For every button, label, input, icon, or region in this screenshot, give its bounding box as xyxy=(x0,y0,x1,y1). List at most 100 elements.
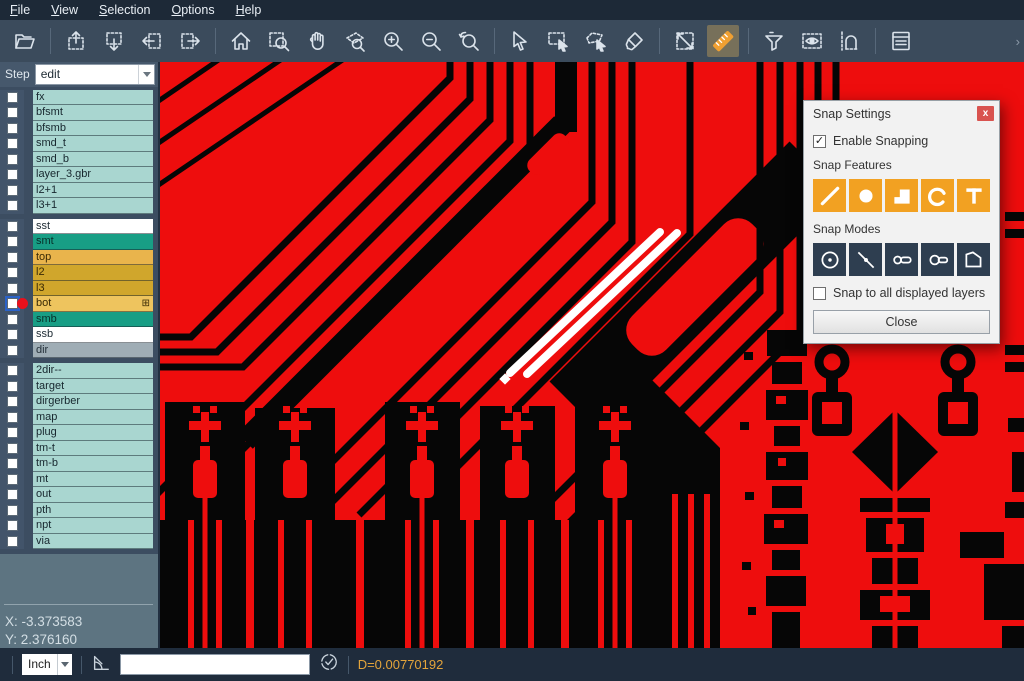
snap-line-icon[interactable] xyxy=(813,179,846,212)
layer-checkbox[interactable] xyxy=(7,236,18,247)
toolbar-overflow-chevron[interactable]: › xyxy=(1016,34,1020,49)
paint-select-icon[interactable] xyxy=(618,25,650,57)
layer-checkbox[interactable] xyxy=(7,92,18,103)
layer-checkbox[interactable] xyxy=(7,200,18,211)
zoom-poly-icon[interactable] xyxy=(339,25,371,57)
unit-dropdown[interactable]: Inch xyxy=(22,654,72,675)
layer-checkbox[interactable] xyxy=(7,185,18,196)
layer-row-l2[interactable]: l2 xyxy=(0,265,158,281)
report-icon[interactable] xyxy=(885,25,917,57)
step-dropdown[interactable]: edit xyxy=(35,64,155,85)
pan-hand-icon[interactable] xyxy=(301,25,333,57)
layer-row-dirgerber[interactable]: dirgerber xyxy=(0,394,158,410)
layer-checkbox[interactable] xyxy=(7,283,18,294)
pan-up-icon[interactable] xyxy=(60,25,92,57)
show-selection-icon[interactable] xyxy=(796,25,828,57)
zoom-in-icon[interactable] xyxy=(377,25,409,57)
layer-checkbox[interactable] xyxy=(7,458,18,469)
layer-checkbox[interactable] xyxy=(7,381,18,392)
menu-options[interactable]: Options xyxy=(169,3,225,17)
layer-checkbox[interactable] xyxy=(7,520,18,531)
layer-checkbox[interactable] xyxy=(7,443,18,454)
layer-row-fx[interactable]: fx xyxy=(0,90,158,106)
enable-snapping-row[interactable]: ✓ Enable Snapping xyxy=(813,134,990,148)
layer-row-mt[interactable]: mt xyxy=(0,472,158,488)
zoom-out-icon[interactable] xyxy=(415,25,447,57)
layer-checkbox[interactable] xyxy=(7,314,18,325)
snap-all-layers-row[interactable]: Snap to all displayed layers xyxy=(813,286,990,300)
layer-row-tm-b[interactable]: tm-b xyxy=(0,456,158,472)
layer-row-npt[interactable]: npt xyxy=(0,518,158,534)
layer-checkbox[interactable] xyxy=(7,489,18,500)
layer-checkbox[interactable] xyxy=(7,536,18,547)
layer-checkbox[interactable] xyxy=(7,123,18,134)
layer-row-dir[interactable]: dir xyxy=(0,343,158,359)
layer-checkbox[interactable] xyxy=(7,329,18,340)
layer-checkbox[interactable] xyxy=(7,365,18,376)
layer-row-plug[interactable]: plug xyxy=(0,425,158,441)
snap-on-feature-icon[interactable] xyxy=(849,243,882,276)
layer-checkbox[interactable] xyxy=(7,154,18,165)
layer-row-smd_b[interactable]: smd_b xyxy=(0,152,158,168)
layer-row-bot[interactable]: bot⊞ xyxy=(0,296,158,312)
layer-row-ssb[interactable]: ssb xyxy=(0,327,158,343)
layer-row-top[interactable]: top xyxy=(0,250,158,266)
filter-icon[interactable] xyxy=(758,25,790,57)
command-input[interactable] xyxy=(120,654,310,675)
layer-checkbox[interactable] xyxy=(7,107,18,118)
layer-row-pth[interactable]: pth xyxy=(0,503,158,519)
snap-vertex-icon[interactable] xyxy=(957,243,990,276)
snap-center-icon[interactable] xyxy=(813,243,846,276)
layer-row-smt[interactable]: smt xyxy=(0,234,158,250)
layer-row-layer_3.gbr[interactable]: layer_3.gbr xyxy=(0,167,158,183)
zoom-home-icon[interactable] xyxy=(225,25,257,57)
layer-row-sst[interactable]: sst xyxy=(0,219,158,235)
pan-right-icon[interactable] xyxy=(174,25,206,57)
snap-surface-icon[interactable] xyxy=(885,179,918,212)
layer-row-smd_t[interactable]: smd_t xyxy=(0,136,158,152)
layer-row-target[interactable]: target xyxy=(0,379,158,395)
layer-checkbox[interactable] xyxy=(7,345,18,356)
layer-checkbox[interactable] xyxy=(7,412,18,423)
layer-checkbox[interactable] xyxy=(7,427,18,438)
select-poly-icon[interactable] xyxy=(580,25,612,57)
layer-row-via[interactable]: via xyxy=(0,534,158,550)
confirm-circle-icon[interactable] xyxy=(319,652,339,677)
layer-row-map[interactable]: map xyxy=(0,410,158,426)
layer-checkbox[interactable] xyxy=(7,396,18,407)
layer-row-l3+1[interactable]: l3+1 xyxy=(0,198,158,214)
layer-checkbox[interactable] xyxy=(7,169,18,180)
layer-checkbox[interactable] xyxy=(7,221,18,232)
layer-checkbox[interactable] xyxy=(7,505,18,516)
snap-arc-icon[interactable] xyxy=(921,179,954,212)
menu-selection[interactable]: Selection xyxy=(97,3,161,17)
layer-checkbox[interactable] xyxy=(7,252,18,263)
open-file-icon[interactable] xyxy=(9,25,41,57)
layer-row-l2+1[interactable]: l2+1 xyxy=(0,183,158,199)
layer-row-l3[interactable]: l3 xyxy=(0,281,158,297)
snap-slot-outline-icon[interactable] xyxy=(921,243,954,276)
layer-row-smb[interactable]: smb xyxy=(0,312,158,328)
measure-path-icon[interactable] xyxy=(834,25,866,57)
enable-snapping-checkbox[interactable]: ✓ xyxy=(813,135,826,148)
menu-view[interactable]: View xyxy=(49,3,89,17)
layer-checkbox[interactable] xyxy=(7,138,18,149)
snap-all-layers-checkbox[interactable] xyxy=(813,287,826,300)
menu-file[interactable]: File xyxy=(8,3,41,17)
layer-checkbox[interactable] xyxy=(7,298,18,309)
menu-help[interactable]: Help xyxy=(234,3,273,17)
layer-row-tm-t[interactable]: tm-t xyxy=(0,441,158,457)
pan-left-icon[interactable] xyxy=(136,25,168,57)
pan-down-icon[interactable] xyxy=(98,25,130,57)
close-icon[interactable]: x xyxy=(977,106,994,121)
layer-row-2dir--[interactable]: 2dir-- xyxy=(0,363,158,379)
layer-checkbox[interactable] xyxy=(7,267,18,278)
layer-row-bfsmt[interactable]: bfsmt xyxy=(0,105,158,121)
select-cursor-icon[interactable] xyxy=(504,25,536,57)
layer-row-bfsmb[interactable]: bfsmb xyxy=(0,121,158,137)
zoom-area-icon[interactable] xyxy=(263,25,295,57)
close-button[interactable]: Close xyxy=(813,310,990,334)
layer-checkbox[interactable] xyxy=(7,474,18,485)
angle-corner-icon[interactable] xyxy=(91,652,111,677)
snap-pad-icon[interactable] xyxy=(849,179,882,212)
